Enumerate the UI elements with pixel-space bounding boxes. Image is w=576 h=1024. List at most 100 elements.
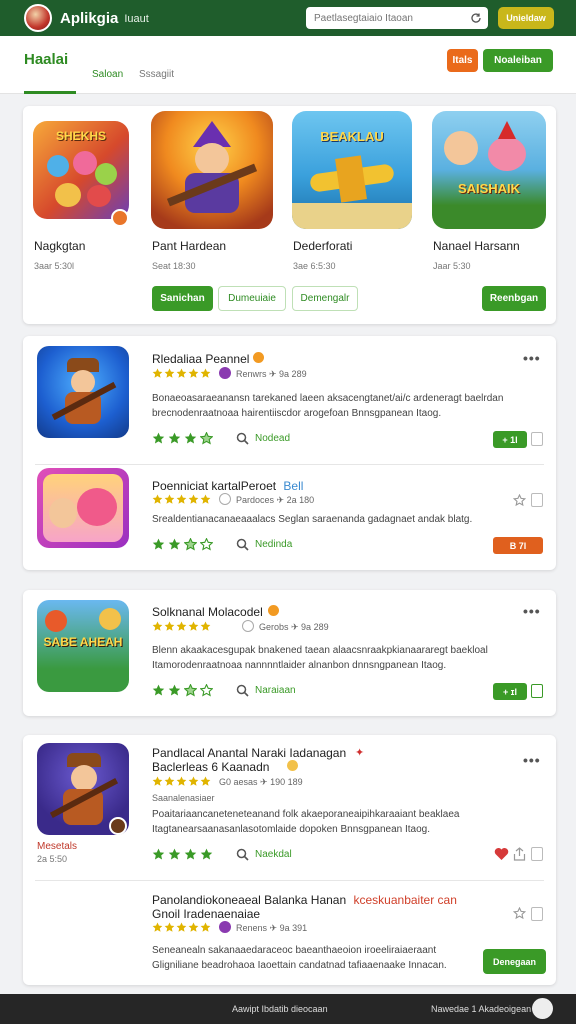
featured-name: Pant Hardean bbox=[152, 239, 227, 253]
bookmark-icon[interactable] bbox=[531, 432, 543, 446]
app-title[interactable]: Solknanal Molacodel bbox=[152, 605, 263, 619]
publisher-icon bbox=[219, 921, 231, 933]
rating-star-icon[interactable] bbox=[200, 538, 213, 551]
featured-button[interactable]: Dumeuiaie bbox=[218, 286, 286, 311]
rating-star-icon[interactable] bbox=[184, 684, 197, 697]
more-options-icon[interactable]: ••• bbox=[523, 752, 541, 768]
app-icon[interactable] bbox=[37, 468, 129, 548]
green-top-button[interactable]: Noaleiban bbox=[483, 49, 553, 72]
bookmark-icon[interactable] bbox=[531, 684, 543, 698]
star-outline-icon[interactable] bbox=[513, 494, 526, 507]
star-icon bbox=[188, 922, 199, 932]
row-divider bbox=[35, 880, 544, 881]
app-logo[interactable] bbox=[24, 4, 52, 32]
featured-meta: Jaar 5:30 bbox=[433, 261, 471, 271]
search-icon bbox=[236, 432, 249, 445]
search-icon bbox=[236, 684, 249, 697]
app-meta: Renens ✈ 9a 391 bbox=[236, 923, 308, 933]
badge-icon bbox=[111, 209, 129, 227]
star-icon bbox=[164, 776, 175, 786]
search-box[interactable] bbox=[306, 7, 488, 29]
star-icon bbox=[176, 621, 187, 631]
featured-button[interactable]: Demengalr bbox=[292, 286, 358, 311]
rating-star-icon[interactable] bbox=[152, 848, 165, 861]
star-icon bbox=[200, 494, 211, 504]
app-icon[interactable]: SABE AHEAH bbox=[37, 600, 129, 692]
featured-meta: Seat 18:30 bbox=[152, 261, 196, 271]
tab-second[interactable]: Saloan bbox=[92, 69, 123, 80]
app-title[interactable]: Panolandiokoneaeal Balanka Hanan kceskua… bbox=[152, 893, 457, 907]
reviews-link[interactable]: Naekdal bbox=[236, 848, 292, 861]
featured-card: SHEKHS Nagkgtan 3aar 5:30l Pant Hardean … bbox=[23, 106, 556, 324]
rating-star-icon[interactable] bbox=[184, 848, 197, 861]
rating-star-icon[interactable] bbox=[168, 432, 181, 445]
install-button[interactable]: B 7l bbox=[493, 537, 543, 554]
bookmark-icon[interactable] bbox=[531, 493, 543, 507]
app-title-text: Poenniciat kartalPeroet bbox=[152, 479, 277, 493]
footer-right-text[interactable]: Nawedae 1 Akadeoigean bbox=[431, 1004, 531, 1014]
orange-button[interactable]: Itals bbox=[447, 49, 478, 72]
star-icon bbox=[152, 368, 163, 378]
app-icon[interactable] bbox=[37, 346, 129, 438]
rating-star-icon[interactable] bbox=[184, 538, 197, 551]
rating-star-icon[interactable] bbox=[200, 432, 213, 445]
install-button[interactable]: + 1l bbox=[493, 431, 527, 448]
badge-icon bbox=[109, 817, 127, 835]
featured-button[interactable]: Sanichan bbox=[152, 286, 213, 311]
rating-star-icon[interactable] bbox=[168, 848, 181, 861]
app-title[interactable]: Rledaliaa Peannel bbox=[152, 352, 249, 366]
reviews-link[interactable]: Nodead bbox=[236, 432, 290, 445]
app-subtitle: Baclerleas 6 Kaanadn bbox=[152, 760, 270, 774]
bookmark-icon[interactable] bbox=[531, 847, 543, 861]
rating-star-icon[interactable] bbox=[200, 848, 213, 861]
rating-star-icon[interactable] bbox=[200, 684, 213, 697]
app-title: Aplikgia bbox=[60, 9, 119, 27]
app-subtitle: Gnoil Iradenaenaiae bbox=[152, 907, 261, 921]
emoji-icon bbox=[268, 605, 279, 616]
star-icon bbox=[164, 922, 175, 932]
search-input[interactable] bbox=[314, 12, 470, 24]
star-rating bbox=[152, 776, 211, 787]
avatar[interactable] bbox=[532, 998, 553, 1019]
rating-star-icon[interactable] bbox=[152, 432, 165, 445]
star-icon bbox=[164, 621, 175, 631]
app-subtitle: Iuaut bbox=[124, 13, 149, 25]
user-rating[interactable] bbox=[152, 848, 213, 861]
star-icon bbox=[176, 368, 187, 378]
share-icon[interactable] bbox=[513, 847, 526, 861]
more-options-icon[interactable]: ••• bbox=[523, 350, 541, 366]
star-outline-icon[interactable] bbox=[513, 907, 526, 920]
footer: Aawipt Ibdatib dieocaan Nawedae 1 Akadeo… bbox=[0, 994, 576, 1024]
reviews-link[interactable]: Naraiaan bbox=[236, 684, 296, 697]
app-title-tag: kceskuanbaiter can bbox=[353, 893, 457, 907]
featured-meta: 3aar 5:30l bbox=[34, 261, 75, 271]
rating-star-icon[interactable] bbox=[168, 538, 181, 551]
app-title[interactable]: Poenniciat kartalPeroet Bell bbox=[152, 479, 303, 493]
user-rating[interactable] bbox=[152, 538, 213, 551]
rating-star-icon[interactable] bbox=[184, 432, 197, 445]
featured-button[interactable]: Reenbgan bbox=[482, 286, 546, 311]
user-rating[interactable] bbox=[152, 432, 213, 445]
app-sub-meta: Saanalenasiaer bbox=[152, 793, 215, 803]
star-rating bbox=[152, 368, 211, 379]
rating-star-icon[interactable] bbox=[152, 684, 165, 697]
bookmark-icon[interactable] bbox=[531, 907, 543, 921]
star-icon bbox=[152, 494, 163, 504]
reviews-link[interactable]: Nedinda bbox=[236, 538, 292, 551]
top-action-button[interactable]: Unieldaw bbox=[498, 7, 554, 29]
heart-icon[interactable] bbox=[494, 847, 509, 861]
app-title-text: Panolandiokoneaeal Balanka Hanan bbox=[152, 893, 347, 907]
tab-main[interactable]: Haalai bbox=[24, 51, 68, 68]
star-icon bbox=[200, 368, 211, 378]
more-options-icon[interactable]: ••• bbox=[523, 603, 541, 619]
footer-center-text[interactable]: Aawipt Ibdatib dieocaan bbox=[232, 1004, 328, 1014]
refresh-icon[interactable] bbox=[470, 12, 482, 24]
rating-star-icon[interactable] bbox=[168, 684, 181, 697]
star-icon bbox=[152, 776, 163, 786]
tab-third[interactable]: Sssagiit bbox=[139, 69, 174, 80]
download-button[interactable]: Denegaan bbox=[483, 949, 546, 974]
user-rating[interactable] bbox=[152, 684, 213, 697]
app-title[interactable]: Pandlacal Anantal Naraki Iadanagan bbox=[152, 746, 346, 760]
rating-star-icon[interactable] bbox=[152, 538, 165, 551]
install-button[interactable]: + ɪl bbox=[493, 683, 527, 700]
